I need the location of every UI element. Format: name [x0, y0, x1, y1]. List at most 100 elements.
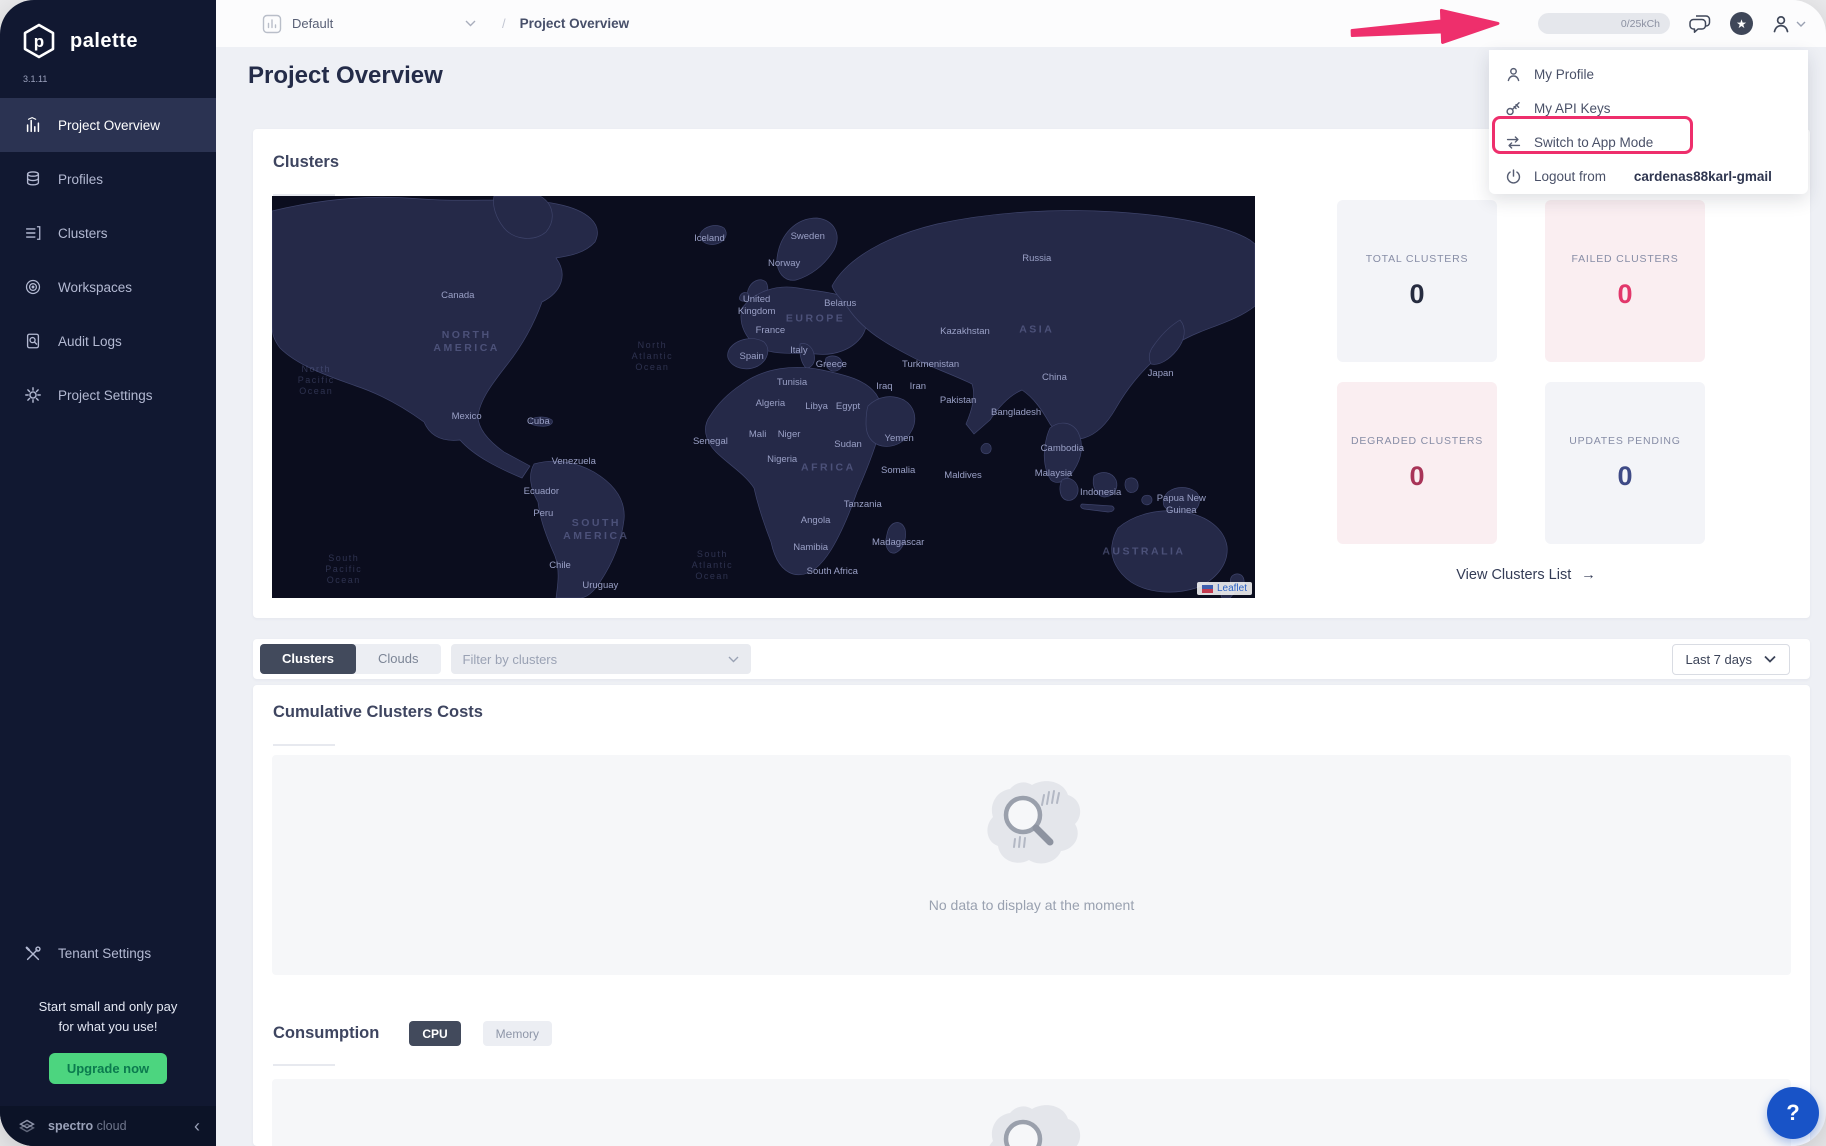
stat-label: UPDATES PENDING — [1569, 435, 1681, 447]
view-clusters-list-link[interactable]: View Clusters List→ — [1337, 567, 1705, 583]
brand-text: spectro cloud — [48, 1119, 127, 1133]
overview-chart-icon — [24, 116, 42, 134]
filter-placeholder: Filter by clusters — [463, 652, 558, 667]
sidebar-item-tenant-settings[interactable]: Tenant Settings — [0, 927, 216, 981]
sidebar-item-audit-logs[interactable]: Audit Logs — [0, 314, 216, 368]
gear-icon — [24, 386, 42, 404]
sidebar-collapse-icon[interactable]: ‹ — [194, 1117, 200, 1135]
upgrade-now-button[interactable]: Upgrade now — [49, 1053, 167, 1084]
stat-value: 0 — [1617, 461, 1632, 492]
menu-item-switch-app-mode[interactable]: Switch to App Mode — [1505, 131, 1808, 154]
stat-label: FAILED CLUSTERS — [1571, 253, 1678, 265]
stat-card-total-clusters: TOTAL CLUSTERS 0 — [1337, 200, 1497, 362]
leaflet-flag-icon — [1202, 585, 1213, 593]
scope-tabs: Clusters Clouds — [260, 644, 441, 674]
sidebar-item-workspaces[interactable]: Workspaces — [0, 260, 216, 314]
profiles-database-icon — [24, 170, 42, 188]
no-data-illustration-partial — [978, 1101, 1086, 1146]
tools-icon — [24, 945, 42, 963]
filter-bar: Clusters Clouds Filter by clusters Last … — [253, 639, 1810, 679]
sidebar-item-label: Project Settings — [58, 388, 153, 403]
date-range-select[interactable]: Last 7 days — [1672, 644, 1791, 675]
costs-consumption-panel: Cumulative Clusters Costs No data to dis… — [253, 685, 1810, 1146]
logo-row: p palette — [0, 0, 216, 64]
clusters-section-title: Clusters — [273, 153, 339, 172]
map-attribution[interactable]: Leaflet — [1197, 582, 1252, 595]
messages-icon[interactable] — [1688, 13, 1712, 35]
sidebar-item-project-overview[interactable]: Project Overview — [0, 98, 216, 152]
breadcrumb-divider: / — [502, 16, 506, 31]
app-version: 3.1.11 — [0, 64, 216, 98]
project-selector[interactable]: Default — [262, 14, 476, 34]
toggle-memory[interactable]: Memory — [483, 1021, 552, 1046]
sidebar-nav: Project Overview Profiles Clusters — [0, 98, 216, 422]
brand-bar: spectro cloud ‹ — [0, 1106, 216, 1146]
sidebar-item-label: Audit Logs — [58, 334, 122, 349]
sidebar-bottom: Tenant Settings Start small and only pay… — [0, 927, 216, 1146]
sidebar: p palette 3.1.11 Project Overview Profil… — [0, 0, 216, 1146]
sidebar-item-label: Profiles — [58, 172, 103, 187]
tab-clouds[interactable]: Clouds — [356, 644, 440, 674]
sidebar-item-profiles[interactable]: Profiles — [0, 152, 216, 206]
toggle-cpu[interactable]: CPU — [409, 1021, 460, 1046]
project-selector-value: Default — [292, 16, 333, 31]
workspaces-target-icon — [24, 278, 42, 296]
app-name: palette — [70, 30, 138, 53]
clusters-overview-panel: Clusters — [253, 129, 1810, 618]
sidebar-item-label: Clusters — [58, 226, 108, 241]
tab-clusters[interactable]: Clusters — [260, 644, 356, 674]
whats-new-star-icon[interactable]: ★ — [1730, 12, 1753, 35]
sidebar-item-label: Project Overview — [58, 118, 160, 133]
sidebar-item-label: Tenant Settings — [58, 946, 151, 961]
topbar-actions: 0/25kCh ★ — [1538, 12, 1806, 35]
help-button[interactable]: ? — [1767, 1087, 1819, 1139]
menu-item-my-profile[interactable]: My Profile — [1505, 63, 1808, 86]
sidebar-item-label: Workspaces — [58, 280, 132, 295]
usage-badge: 0/25kCh — [1538, 13, 1670, 34]
swap-arrows-icon — [1505, 134, 1522, 151]
user-icon — [1771, 14, 1791, 34]
chevron-down-icon — [728, 656, 739, 663]
logout-username: cardenas88karl-gmail — [1634, 169, 1772, 184]
chevron-down-icon — [1764, 655, 1776, 663]
palette-logo-icon: p — [20, 22, 58, 60]
sidebar-item-project-settings[interactable]: Project Settings — [0, 368, 216, 422]
stat-value: 0 — [1617, 279, 1632, 310]
clusters-list-icon — [24, 224, 42, 242]
costs-section-title: Cumulative Clusters Costs — [273, 703, 483, 722]
user-menu-trigger[interactable] — [1771, 14, 1806, 34]
breadcrumb-current: Project Overview — [520, 16, 630, 31]
section-underline — [273, 744, 335, 746]
sidebar-item-clusters[interactable]: Clusters — [0, 206, 216, 260]
stat-label: TOTAL CLUSTERS — [1366, 253, 1469, 265]
stat-card-degraded-clusters: DEGRADED CLUSTERS 0 — [1337, 382, 1497, 544]
no-data-illustration — [978, 777, 1086, 873]
svg-text:p: p — [34, 32, 44, 51]
power-icon — [1505, 168, 1522, 185]
menu-item-my-api-keys[interactable]: My API Keys — [1505, 97, 1808, 120]
chevron-down-icon — [465, 20, 476, 27]
key-icon — [1505, 100, 1522, 117]
app-window: p palette 3.1.11 Project Overview Profil… — [0, 0, 1826, 1146]
section-underline — [273, 1064, 335, 1066]
spectro-cloud-logo-icon — [16, 1116, 38, 1136]
arrow-right-icon: → — [1581, 567, 1596, 583]
audit-logs-icon — [24, 332, 42, 350]
filter-by-clusters-select[interactable]: Filter by clusters — [451, 644, 751, 674]
upgrade-promo-text: Start small and only pay for what you us… — [0, 981, 216, 1037]
chevron-down-icon — [1796, 21, 1806, 27]
world-map-svg — [272, 196, 1255, 598]
stat-value: 0 — [1409, 279, 1424, 310]
stat-card-updates-pending: UPDATES PENDING 0 — [1545, 382, 1705, 544]
topbar: Default / Project Overview 0/25kCh ★ — [216, 0, 1826, 47]
consumption-empty-area — [272, 1079, 1791, 1146]
project-icon — [262, 14, 282, 34]
consumption-section-title: Consumption — [273, 1024, 379, 1043]
menu-item-logout[interactable]: Logout from cardenas88karl-gmail — [1505, 165, 1808, 188]
user-icon — [1505, 66, 1522, 83]
stat-label: DEGRADED CLUSTERS — [1351, 435, 1483, 447]
user-dropdown-menu: My Profile My API Keys Switch to App Mod… — [1489, 50, 1808, 194]
world-map[interactable]: IcelandSwedenNorwayRussiaCanadaUnited Ki… — [272, 196, 1255, 598]
page-title: Project Overview — [248, 62, 443, 90]
costs-empty-area: No data to display at the moment — [272, 755, 1791, 975]
